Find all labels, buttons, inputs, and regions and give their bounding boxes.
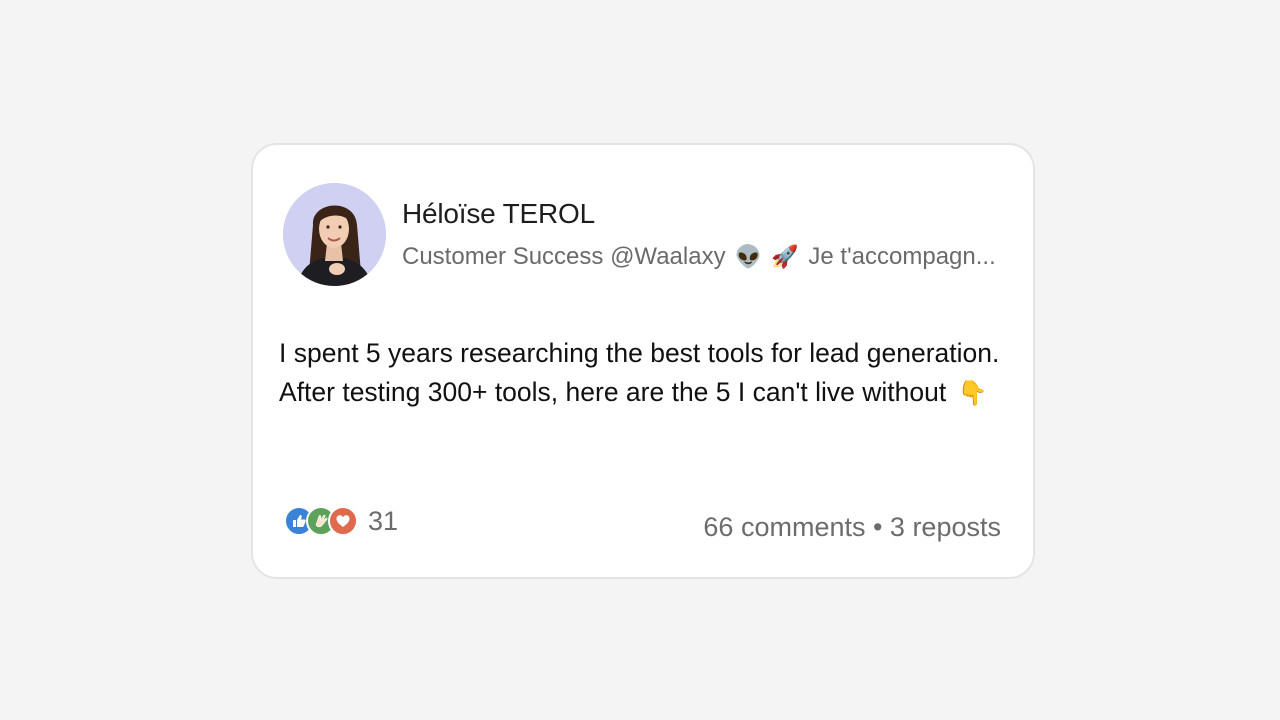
headline-text: Customer Success @Waalaxy: [402, 243, 726, 270]
reaction-count: 31: [368, 505, 399, 536]
reaction-icons: [284, 504, 358, 538]
avatar-photo: [283, 183, 386, 286]
author-headline: Customer Success @Waalaxy 👽 🚀 Je t'accom…: [402, 243, 996, 271]
love-icon: [328, 506, 358, 536]
headline-text-truncated: Je t'accompagn...: [808, 243, 996, 270]
post-body: I spent 5 years researching the best too…: [279, 334, 1009, 413]
reactions-summary[interactable]: 31: [284, 503, 398, 539]
pointing-down-icon: 👇: [957, 380, 988, 407]
comments-reposts-link[interactable]: 66 comments • 3 reposts: [703, 512, 1001, 543]
post-card: Héloïse TEROL Customer Success @Waalaxy …: [251, 143, 1035, 579]
author-avatar[interactable]: [283, 183, 386, 286]
author-name[interactable]: Héloïse TEROL: [402, 198, 595, 230]
post-text: I spent 5 years researching the best too…: [279, 338, 1000, 407]
rocket-icon: 🚀: [770, 244, 799, 269]
alien-icon: 👽: [734, 244, 762, 269]
